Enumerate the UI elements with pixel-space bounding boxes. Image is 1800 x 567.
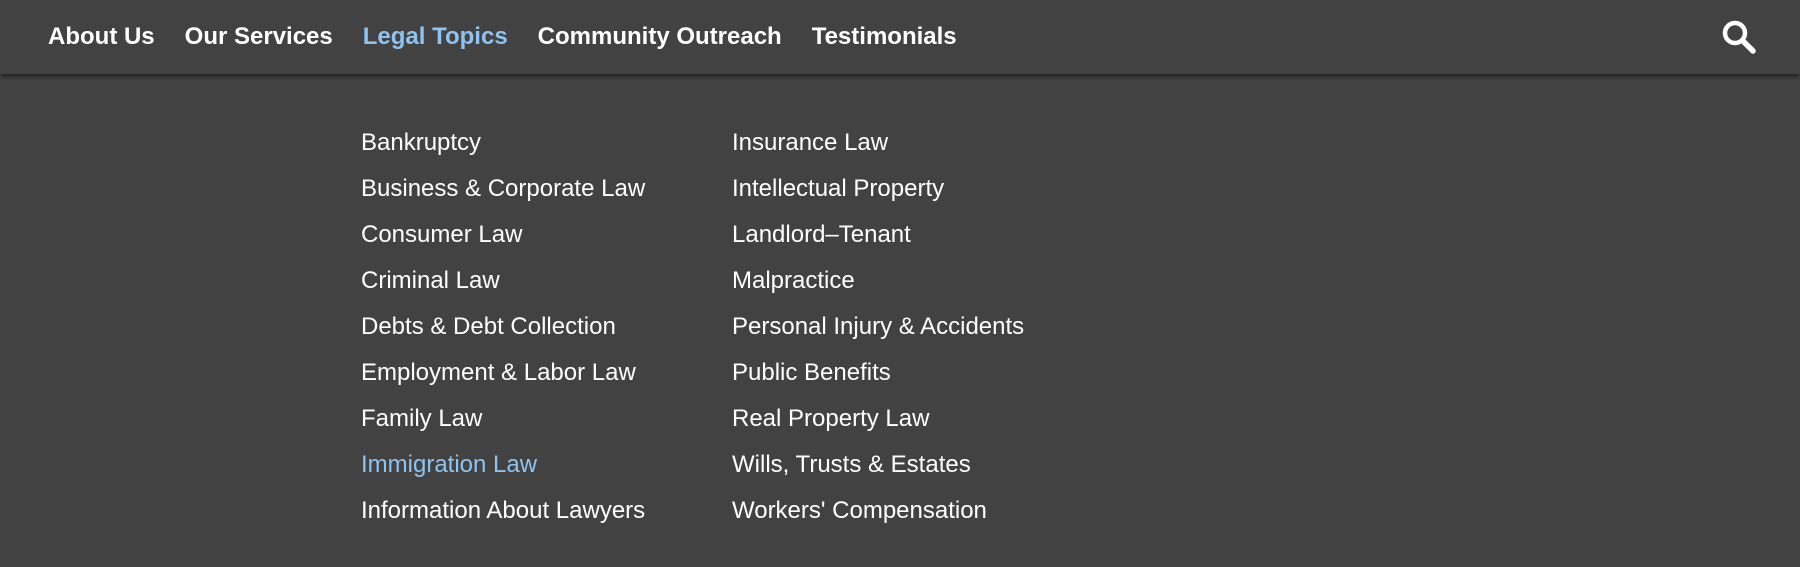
nav-item-community-outreach[interactable]: Community Outreach [538,23,782,51]
topic-landlord-tenant[interactable]: Landlord–Tenant [732,212,1024,258]
topic-consumer-law[interactable]: Consumer Law [361,212,645,258]
page: About Us Our Services Legal Topics Commu… [0,0,1800,567]
topic-insurance-law[interactable]: Insurance Law [732,120,1024,166]
topic-intellectual-property[interactable]: Intellectual Property [732,166,1024,212]
topic-bankruptcy[interactable]: Bankruptcy [361,120,645,166]
nav-list: About Us Our Services Legal Topics Commu… [48,0,987,74]
search-button[interactable] [1720,18,1758,56]
topic-workers-compensation[interactable]: Workers' Compensation [732,488,1024,534]
topic-immigration-law[interactable]: Immigration Law [361,442,645,488]
legal-topics-dropdown: Bankruptcy Business & Corporate Law Cons… [0,74,1800,567]
topic-family-law[interactable]: Family Law [361,396,645,442]
topic-real-property-law[interactable]: Real Property Law [732,396,1024,442]
nav-item-legal-topics[interactable]: Legal Topics [363,23,508,51]
topic-personal-injury-accidents[interactable]: Personal Injury & Accidents [732,304,1024,350]
nav-item-our-services[interactable]: Our Services [185,23,333,51]
topic-debts-debt-collection[interactable]: Debts & Debt Collection [361,304,645,350]
topics-column-1: Bankruptcy Business & Corporate Law Cons… [361,120,645,534]
topic-information-about-lawyers[interactable]: Information About Lawyers [361,488,645,534]
topics-column-2: Insurance Law Intellectual Property Land… [732,120,1024,534]
topic-criminal-law[interactable]: Criminal Law [361,258,645,304]
main-navigation: About Us Our Services Legal Topics Commu… [0,0,1800,74]
topic-malpractice[interactable]: Malpractice [732,258,1024,304]
topic-wills-trusts-estates[interactable]: Wills, Trusts & Estates [732,442,1024,488]
topic-employment-labor-law[interactable]: Employment & Labor Law [361,350,645,396]
topic-business-corporate-law[interactable]: Business & Corporate Law [361,166,645,212]
nav-item-testimonials[interactable]: Testimonials [812,23,957,51]
nav-item-about-us[interactable]: About Us [48,23,155,51]
search-icon [1722,20,1756,54]
topic-public-benefits[interactable]: Public Benefits [732,350,1024,396]
